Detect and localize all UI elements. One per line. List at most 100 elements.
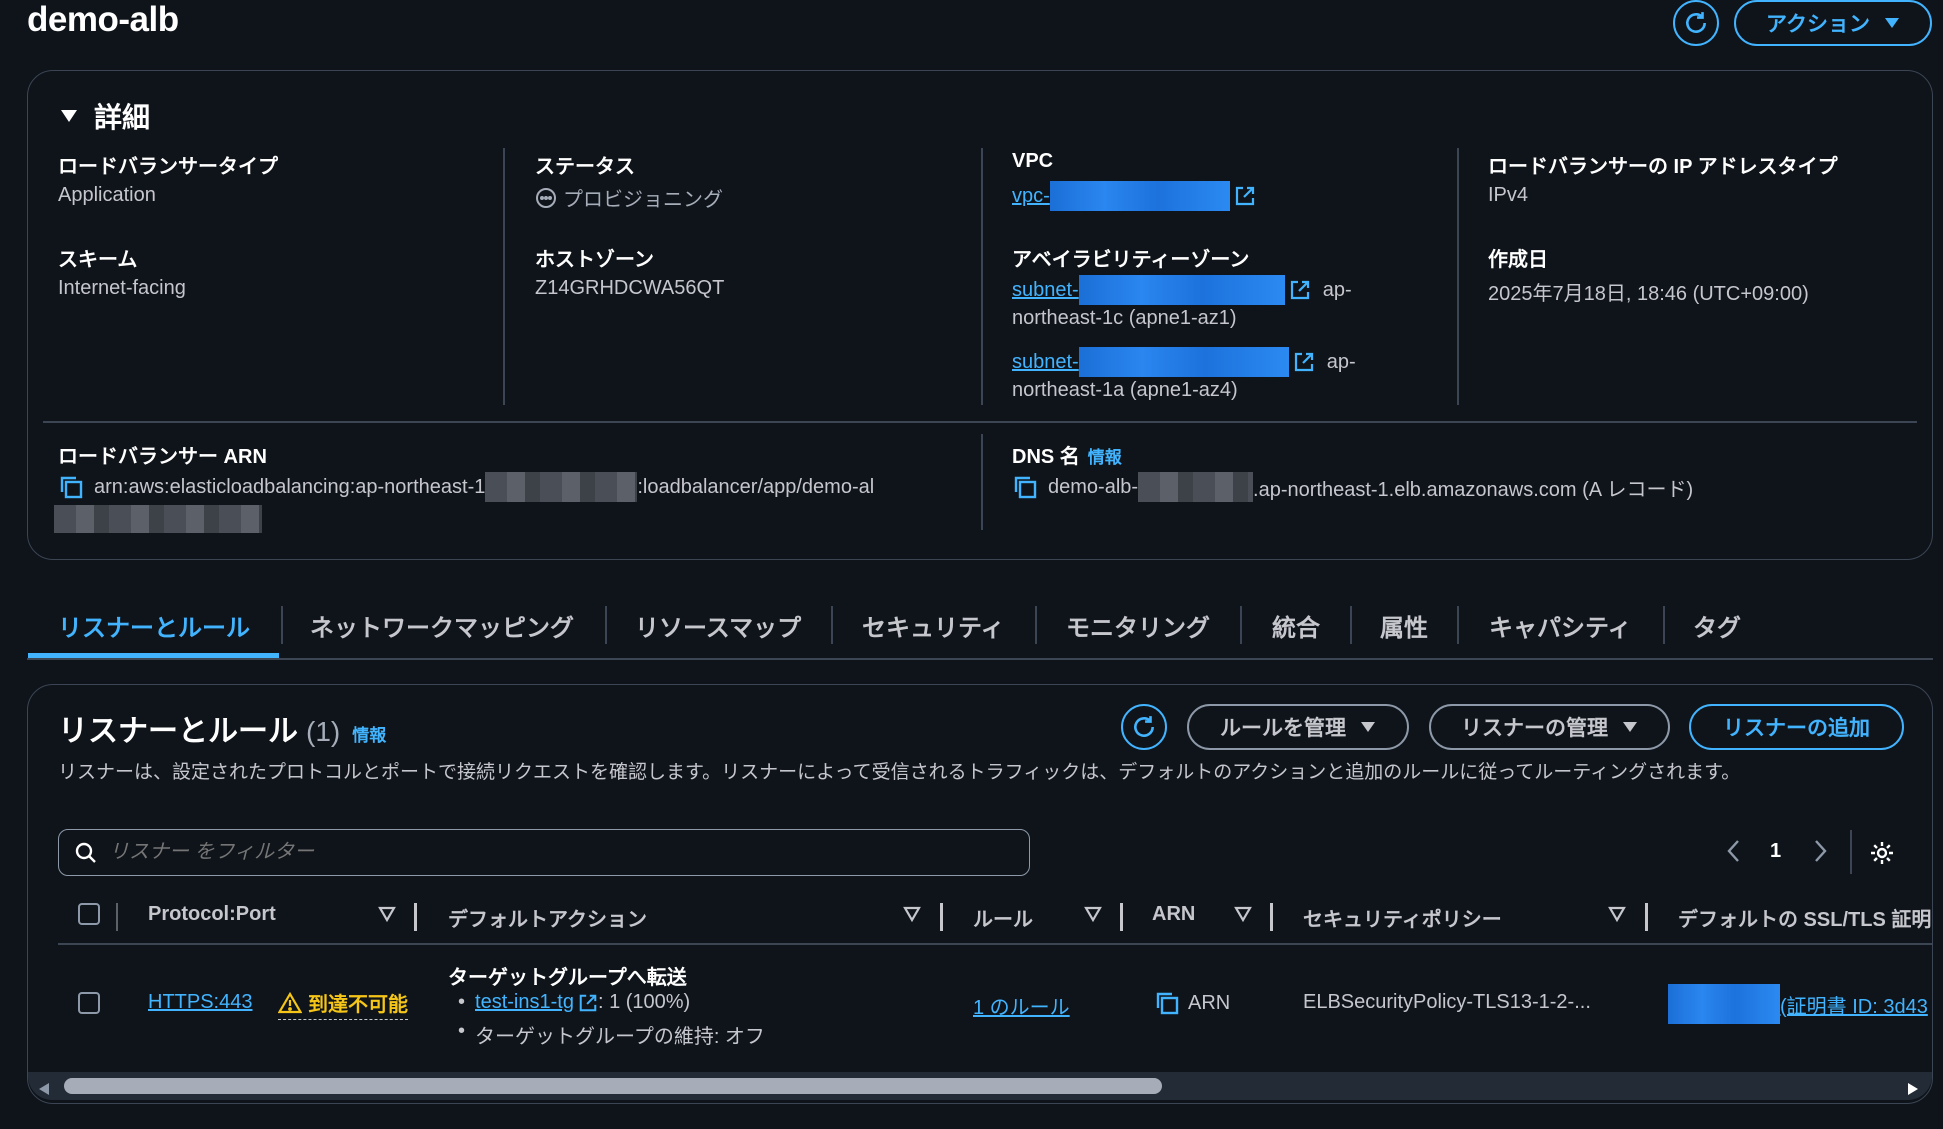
refresh-icon (1683, 10, 1709, 36)
listeners-refresh-button[interactable] (1121, 704, 1167, 750)
pending-icon (535, 187, 557, 209)
tab-integrations[interactable]: 統合 (1272, 608, 1320, 643)
redacted-block (1138, 472, 1254, 502)
arn-row: arn:aws:elasticloadbalancing:ap-northeas… (58, 472, 874, 502)
sort-icon[interactable] (903, 905, 921, 928)
scroll-left-arrow[interactable] (38, 1079, 50, 1102)
column-resizer[interactable] (414, 903, 417, 931)
arn-copy[interactable]: ARN (1154, 990, 1230, 1016)
col-security-policy[interactable]: セキュリティポリシー (1303, 903, 1502, 932)
target-group-link[interactable]: test-ins1-tg (475, 991, 574, 1014)
lb-type-label: ロードバランサータイプ (58, 156, 278, 178)
tab-tags[interactable]: タグ (1693, 608, 1741, 643)
hosted-zone-label: ホストゾーン (535, 249, 654, 271)
external-link-icon[interactable] (578, 993, 598, 1013)
copy-icon[interactable] (58, 474, 84, 500)
created-label: 作成日 (1488, 249, 1548, 271)
warning-status[interactable]: 到達不可能 (278, 988, 408, 1020)
tab-attributes[interactable]: 属性 (1380, 608, 1428, 643)
scroll-right-arrow[interactable] (1907, 1079, 1919, 1102)
refresh-icon (1131, 714, 1157, 740)
tab-separator (281, 606, 283, 644)
sort-icon[interactable] (378, 905, 396, 928)
col-default-cert[interactable]: デフォルトの SSL/TLS 証明 (1678, 903, 1931, 932)
refresh-button[interactable] (1673, 0, 1719, 46)
tab-network-mapping[interactable]: ネットワークマッピング (310, 608, 574, 643)
actions-button[interactable]: アクション (1734, 0, 1932, 46)
copy-icon (1154, 990, 1180, 1016)
sort-icon[interactable] (1608, 905, 1626, 928)
manage-listeners-label: リスナーの管理 (1461, 717, 1608, 740)
sort-icon[interactable] (1084, 905, 1102, 928)
created-value: 2025年7月18日, 18:46 (UTC+09:00) (1488, 283, 1809, 305)
az-zone: northeast-1c (apne1-az1) (1012, 307, 1237, 329)
tab-resource-map[interactable]: リソースマップ (635, 608, 801, 643)
redacted-block (1668, 984, 1780, 1024)
column-resizer[interactable] (1120, 903, 1123, 931)
dns-row: demo-alb- .ap-northeast-1.elb.amazonaws.… (1012, 472, 1693, 502)
warning-icon (278, 991, 302, 1014)
search-input[interactable] (109, 841, 989, 864)
search-field[interactable] (58, 829, 1030, 876)
scrollbar-thumb[interactable] (64, 1078, 1162, 1094)
vpc-id[interactable]: vpc- (1012, 185, 1050, 208)
subnet-link[interactable]: subnet- (1012, 279, 1079, 302)
hosted-zone-value: Z14GRHDCWA56QT (535, 277, 725, 299)
column-resizer[interactable] (1270, 903, 1273, 931)
dns-info-link[interactable]: 情報 (1088, 443, 1122, 468)
redacted-block (485, 472, 638, 502)
tab-listeners-rules[interactable]: リスナーとルール (58, 608, 250, 643)
prev-page-button[interactable] (1725, 838, 1743, 864)
warning-text: 到達不可能 (308, 994, 408, 1016)
external-link-icon[interactable] (1293, 351, 1315, 373)
az-item: subnet- ap- (1012, 347, 1356, 377)
caret-down-icon (60, 109, 78, 123)
col-arn[interactable]: ARN (1152, 903, 1195, 926)
next-page-button[interactable] (1811, 838, 1829, 864)
tab-separator (831, 606, 833, 644)
dns-prefix: demo-alb- (1048, 475, 1139, 498)
redacted-block (54, 505, 262, 533)
page-number[interactable]: 1 (1770, 840, 1781, 863)
divider (43, 421, 1917, 423)
external-link-icon[interactable] (1234, 185, 1256, 207)
add-listener-button[interactable]: リスナーの追加 (1689, 704, 1904, 750)
action-title: ターゲットグループへ転送 (448, 967, 687, 989)
subnet-link[interactable]: subnet- (1012, 351, 1079, 374)
tab-security[interactable]: セキュリティ (862, 608, 1005, 643)
col-default-action[interactable]: デフォルトアクション (448, 903, 647, 932)
external-link-icon[interactable] (1289, 279, 1311, 301)
chevron-right-icon (1811, 838, 1829, 864)
col-protocol-port[interactable]: Protocol:Port (148, 903, 276, 926)
tab-separator (1035, 606, 1037, 644)
gear-icon (1869, 840, 1895, 866)
row-checkbox[interactable] (78, 992, 100, 1014)
cert-link[interactable]: (証明書 ID: 3d43 (1780, 990, 1928, 1019)
status-indicator: プロビジョニング (535, 183, 723, 212)
caret-down-icon (1622, 721, 1638, 733)
tab-capacity[interactable]: キャパシティ (1489, 608, 1632, 643)
tab-monitoring[interactable]: モニタリング (1066, 608, 1210, 643)
page-title: demo-alb (27, 0, 179, 39)
divider (1850, 830, 1852, 874)
listeners-info-link[interactable]: 情報 (352, 721, 386, 746)
manage-listeners-button[interactable]: リスナーの管理 (1429, 704, 1670, 750)
vpc-link[interactable]: vpc- (1012, 181, 1256, 211)
col-rules[interactable]: ルール (973, 903, 1033, 932)
select-all-checkbox[interactable] (78, 903, 100, 925)
arn-prefix: arn:aws:elasticloadbalancing:ap-northeas… (94, 475, 486, 498)
preferences-button[interactable] (1869, 840, 1895, 866)
copy-icon[interactable] (1012, 474, 1038, 500)
sort-icon[interactable] (1234, 905, 1252, 928)
details-toggle[interactable]: 詳細 (60, 96, 150, 136)
stickiness-text: ターゲットグループの維持: オフ (475, 1026, 765, 1048)
column-resizer[interactable] (940, 903, 943, 931)
column-resizer[interactable] (1645, 903, 1648, 931)
rules-link[interactable]: 1 のルール (973, 991, 1070, 1020)
bullet: • (458, 1020, 466, 1042)
manage-rules-button[interactable]: ルールを管理 (1187, 704, 1409, 750)
divider (1457, 148, 1459, 405)
ip-type-label: ロードバランサーの IP アドレスタイプ (1488, 156, 1838, 178)
protocol-port-link[interactable]: HTTPS:443 (148, 991, 252, 1014)
vpc-label: VPC (1012, 150, 1054, 172)
